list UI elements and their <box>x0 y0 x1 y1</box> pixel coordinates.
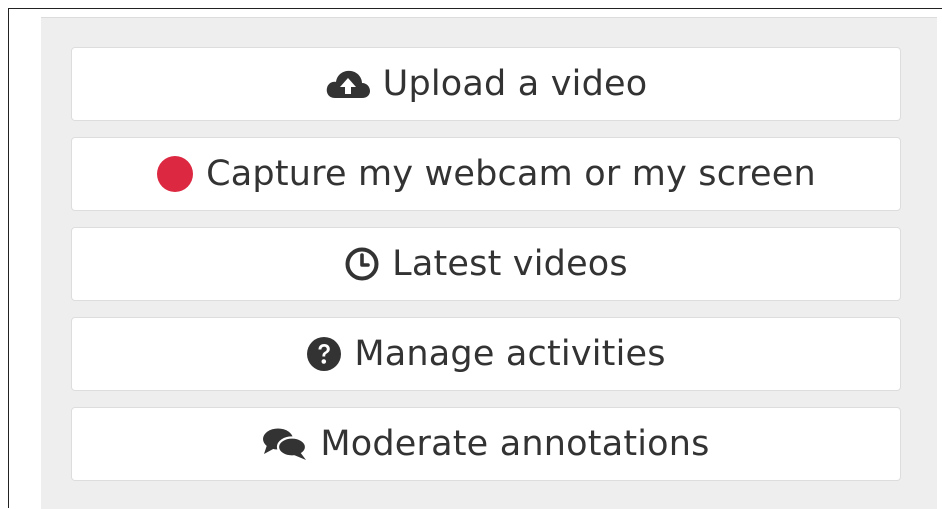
capture-webcam-label: Capture my webcam or my screen <box>206 153 816 194</box>
upload-video-button[interactable]: Upload a video <box>71 47 901 121</box>
upload-video-label: Upload a video <box>382 63 648 104</box>
clock-icon <box>344 246 380 282</box>
question-circle-icon <box>306 336 342 372</box>
capture-webcam-button[interactable]: Capture my webcam or my screen <box>71 137 901 211</box>
manage-activities-button[interactable]: Manage activities <box>71 317 901 391</box>
latest-videos-label: Latest videos <box>392 243 628 284</box>
moderate-annotations-label: Moderate annotations <box>320 423 710 464</box>
menu-panel: Upload a video Capture my webcam or my s… <box>41 17 937 509</box>
manage-activities-label: Manage activities <box>354 333 666 374</box>
latest-videos-button[interactable]: Latest videos <box>71 227 901 301</box>
action-menu: Upload a video Capture my webcam or my s… <box>71 47 901 481</box>
cloud-upload-icon <box>325 68 371 100</box>
app-frame: Upload a video Capture my webcam or my s… <box>8 8 942 509</box>
record-icon <box>156 155 194 193</box>
comments-icon <box>262 426 308 462</box>
moderate-annotations-button[interactable]: Moderate annotations <box>71 407 901 481</box>
